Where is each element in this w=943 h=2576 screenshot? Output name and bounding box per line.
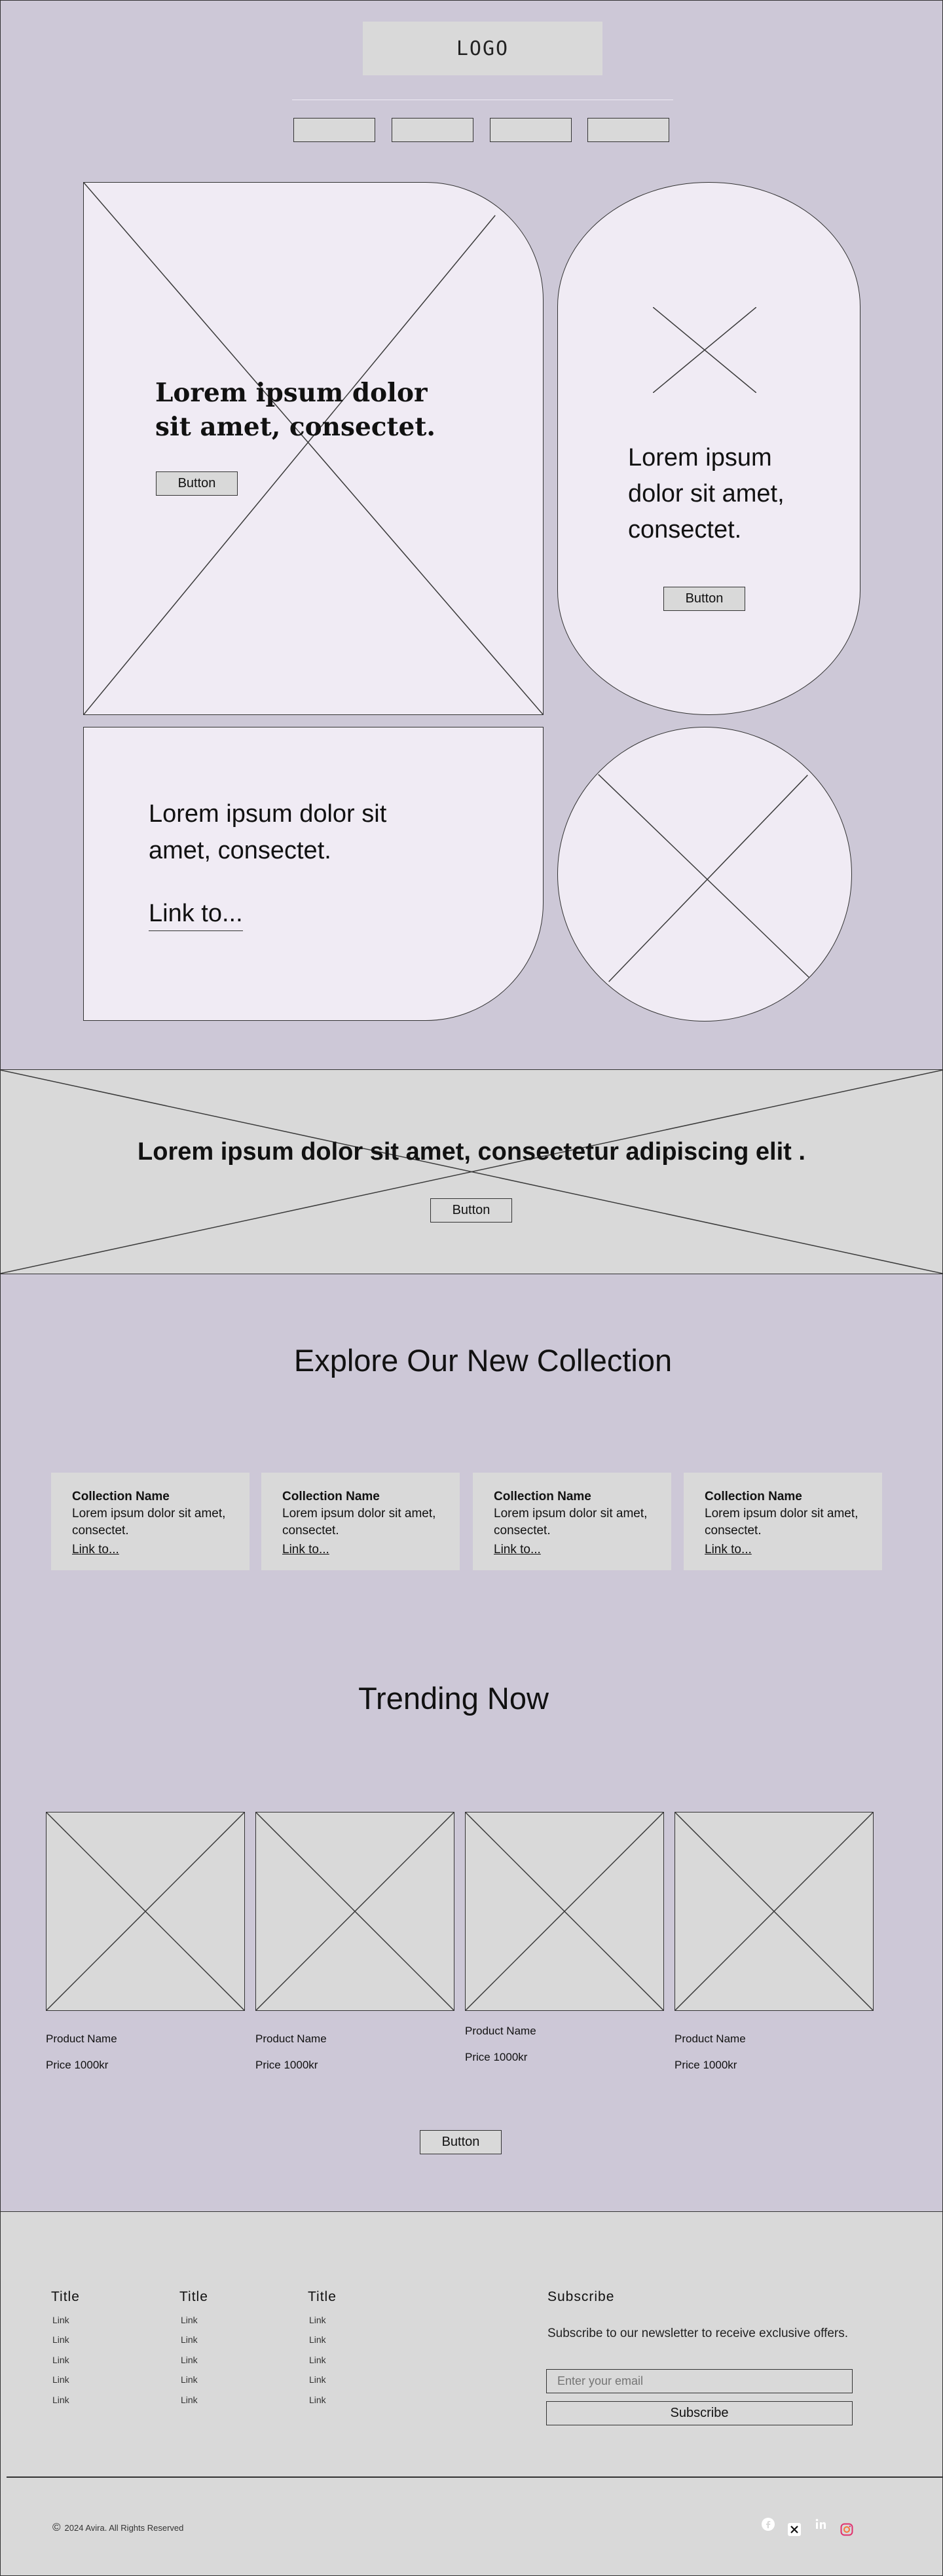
collection-desc: Lorem ipsum dolor sit amet, consectet.	[705, 1507, 859, 1537]
footer-link[interactable]: Link	[309, 2374, 326, 2385]
logo[interactable]: LOGO	[363, 22, 602, 75]
footer-link[interactable]: Link	[309, 2355, 326, 2365]
hero-bottom-text: Lorem ipsum dolor sit amet, consectet.	[149, 800, 387, 864]
hero-side-button[interactable]: Button	[663, 587, 745, 611]
banner-button[interactable]: Button	[430, 1198, 512, 1223]
collection-desc: Lorem ipsum dolor sit amet, consectet.	[72, 1507, 226, 1537]
hero-side-text: Lorem ipsum dolor sit amet, consectet.	[628, 444, 785, 543]
footer-column-title: Title	[308, 2289, 337, 2304]
subscribe-text: Subscribe to our newsletter to receive e…	[547, 2327, 849, 2340]
collection-link[interactable]: Link to...	[72, 1541, 119, 1559]
product-name: Product Name	[46, 2033, 117, 2045]
collection-title: Explore Our New Collection	[293, 1343, 673, 1378]
instagram-icon[interactable]	[840, 2522, 854, 2537]
hero-main-heading: Lorem ipsum dolor sit amet, consectet.	[155, 378, 435, 442]
product-price: Price 1000kr	[465, 2051, 528, 2063]
logo-text: LOGO	[456, 37, 509, 60]
collection-name: Collection Name	[282, 1490, 380, 1503]
product-price: Price 1000kr	[675, 2059, 737, 2071]
collection-link[interactable]: Link to...	[282, 1541, 329, 1559]
product-name: Product Name	[255, 2033, 327, 2045]
footer-link[interactable]: Link	[52, 2334, 69, 2345]
subscribe-button[interactable]: Subscribe	[546, 2401, 853, 2425]
hero-main-button[interactable]: Button	[156, 471, 238, 496]
footer-link[interactable]: Link	[52, 2355, 69, 2365]
product-image[interactable]	[46, 1812, 245, 2011]
nav-item-4[interactable]	[587, 118, 669, 142]
product-name: Product Name	[675, 2033, 746, 2045]
footer-link[interactable]: Link	[309, 2334, 326, 2345]
footer-link[interactable]: Link	[181, 2374, 198, 2385]
collection-card[interactable]: Collection Name Lorem ipsum dolor sit am…	[684, 1473, 882, 1570]
hero-bottom-panel: Lorem ipsum dolor sit amet, consectet. L…	[83, 727, 544, 1021]
footer-link[interactable]: Link	[181, 2334, 198, 2345]
footer-column-title: Title	[179, 2289, 208, 2304]
footer-link[interactable]: Link	[181, 2355, 198, 2365]
collection-desc: Lorem ipsum dolor sit amet, consectet.	[494, 1507, 648, 1537]
footer: Title Link Link Link Link Link Title Lin…	[0, 2211, 943, 2576]
image-placeholder-icon	[598, 774, 815, 983]
image-placeholder-icon	[0, 1070, 943, 1274]
banner-text: Lorem ipsum dolor sit amet, consectetur …	[138, 1138, 805, 1166]
email-field[interactable]	[546, 2369, 853, 2393]
image-placeholder-icon	[256, 1812, 454, 2010]
facebook-icon[interactable]	[761, 2517, 775, 2531]
trending-title: Trending Now	[358, 1681, 549, 1716]
footer-column-title: Title	[51, 2289, 80, 2304]
collection-name: Collection Name	[494, 1490, 591, 1503]
linkedin-icon[interactable]	[814, 2517, 828, 2531]
collection-link[interactable]: Link to...	[705, 1541, 752, 1559]
collection-card[interactable]: Collection Name Lorem ipsum dolor sit am…	[51, 1473, 250, 1570]
subscribe-title: Subscribe	[547, 2289, 615, 2304]
copyright-text: 2024 Avira. All Rights Reserved	[64, 2522, 184, 2533]
image-placeholder-icon	[653, 307, 756, 393]
banner: Lorem ipsum dolor sit amet, consectetur …	[0, 1070, 943, 1274]
hero-side-panel: Lorem ipsum dolor sit amet, consectet. B…	[557, 182, 860, 715]
trending-button[interactable]: Button	[420, 2130, 502, 2154]
nav-item-2[interactable]	[392, 118, 473, 142]
product-name: Product Name	[465, 2025, 536, 2037]
image-placeholder-icon	[84, 183, 543, 714]
footer-link[interactable]: Link	[309, 2395, 326, 2405]
product-price: Price 1000kr	[46, 2059, 109, 2071]
collection-card[interactable]: Collection Name Lorem ipsum dolor sit am…	[473, 1473, 671, 1570]
image-placeholder-icon	[466, 1812, 663, 2010]
collection-name: Collection Name	[72, 1490, 170, 1503]
hero-bottom-link[interactable]: Link to...	[149, 898, 243, 931]
copyright: © 2024 Avira. All Rights Reserved	[52, 2521, 183, 2534]
footer-divider	[7, 2476, 943, 2478]
footer-link[interactable]: Link	[309, 2315, 326, 2325]
collection-name: Collection Name	[705, 1490, 802, 1503]
collection-card[interactable]: Collection Name Lorem ipsum dolor sit am…	[261, 1473, 460, 1570]
x-icon[interactable]	[787, 2522, 802, 2537]
product-image[interactable]	[255, 1812, 454, 2011]
nav-item-3[interactable]	[490, 118, 572, 142]
nav-item-1[interactable]	[293, 118, 375, 142]
footer-link[interactable]: Link	[52, 2374, 69, 2385]
image-placeholder-icon	[675, 1812, 873, 2010]
product-price: Price 1000kr	[255, 2059, 318, 2071]
hero-circle-image	[557, 727, 852, 1021]
footer-link[interactable]: Link	[181, 2315, 198, 2325]
collection-desc: Lorem ipsum dolor sit amet, consectet.	[282, 1507, 436, 1537]
footer-link[interactable]: Link	[52, 2395, 69, 2405]
product-image[interactable]	[465, 1812, 664, 2011]
hero-main-panel: Lorem ipsum dolor sit amet, consectet. B…	[83, 182, 544, 715]
collection-link[interactable]: Link to...	[494, 1541, 541, 1559]
copyright-icon: ©	[52, 2521, 61, 2533]
product-image[interactable]	[675, 1812, 874, 2011]
image-placeholder-icon	[46, 1812, 244, 2010]
footer-link[interactable]: Link	[181, 2395, 198, 2405]
footer-link[interactable]: Link	[52, 2315, 69, 2325]
